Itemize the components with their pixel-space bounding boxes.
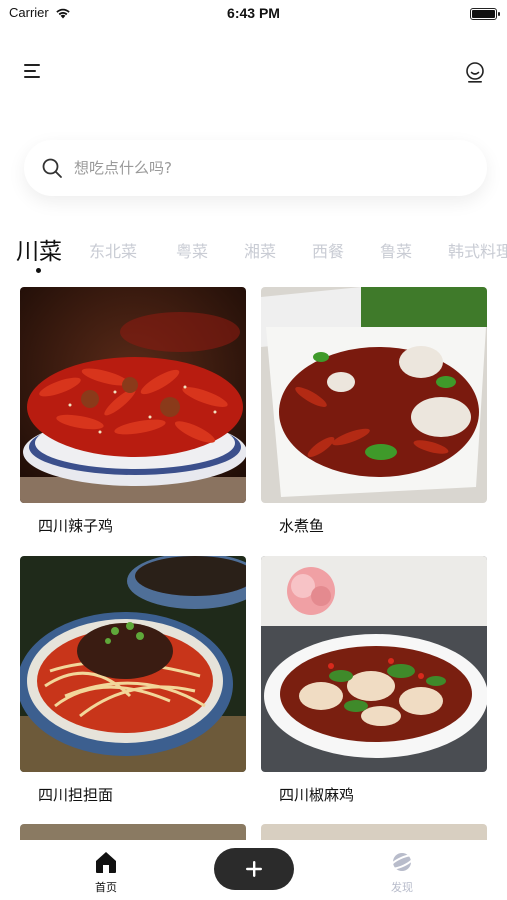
dish-card[interactable]: 四川担担面 xyxy=(20,556,246,805)
tab-home-label: 首页 xyxy=(95,881,117,894)
category-tab-korean[interactable]: 韩式料理 xyxy=(448,238,507,262)
category-tab-western[interactable]: 西餐 xyxy=(312,238,344,262)
dish-name: 四川辣子鸡 xyxy=(38,517,114,535)
tab-home[interactable]: 首页 xyxy=(76,850,136,895)
category-tab-cantonese[interactable]: 粤菜 xyxy=(176,238,208,262)
dish-card[interactable]: 四川辣子鸡 xyxy=(20,287,246,536)
bottom-tab-bar: 首页 发现 xyxy=(0,840,507,900)
profile-button[interactable] xyxy=(463,60,487,84)
search-icon xyxy=(42,158,62,178)
category-tab-hunan[interactable]: 湘菜 xyxy=(244,238,276,262)
status-bar: Carrier 6:43 PM xyxy=(0,0,507,28)
status-time: 6:43 PM xyxy=(227,5,280,21)
home-icon xyxy=(96,852,116,873)
category-tabs: 川菜 东北菜 粤菜 湘菜 西餐 鲁菜 韩式料理 xyxy=(0,230,507,278)
add-button[interactable] xyxy=(214,848,294,890)
profile-icon xyxy=(466,62,484,83)
planet-icon xyxy=(389,853,415,871)
dish-name: 四川担担面 xyxy=(38,786,114,804)
category-tab-sichuan[interactable]: 川菜 xyxy=(16,232,62,266)
category-tab-shandong[interactable]: 鲁菜 xyxy=(380,238,412,262)
dish-card[interactable]: 四川椒麻鸡 xyxy=(261,556,487,805)
menu-button[interactable] xyxy=(22,60,44,82)
search-bar[interactable] xyxy=(24,140,487,196)
plus-icon xyxy=(246,861,262,877)
tab-discover[interactable]: 发现 xyxy=(372,850,432,895)
tab-discover-label: 发现 xyxy=(391,881,413,894)
category-tab-dongbei[interactable]: 东北菜 xyxy=(89,238,137,262)
dish-name: 四川椒麻鸡 xyxy=(279,786,355,804)
active-category-indicator xyxy=(36,268,41,273)
dish-name: 水煮鱼 xyxy=(279,517,325,535)
search-input[interactable] xyxy=(74,159,454,177)
dish-card[interactable]: 水煮鱼 xyxy=(261,287,487,536)
menu-icon xyxy=(24,64,40,78)
dish-image xyxy=(20,556,246,772)
dish-image xyxy=(20,287,246,503)
dish-image xyxy=(261,556,487,772)
screen: Carrier 6:43 PM 想吃点什么吗? 川菜 东北菜 粤菜 湘菜 西餐 … xyxy=(0,0,507,900)
dish-image xyxy=(261,287,487,503)
battery-icon xyxy=(470,8,500,20)
